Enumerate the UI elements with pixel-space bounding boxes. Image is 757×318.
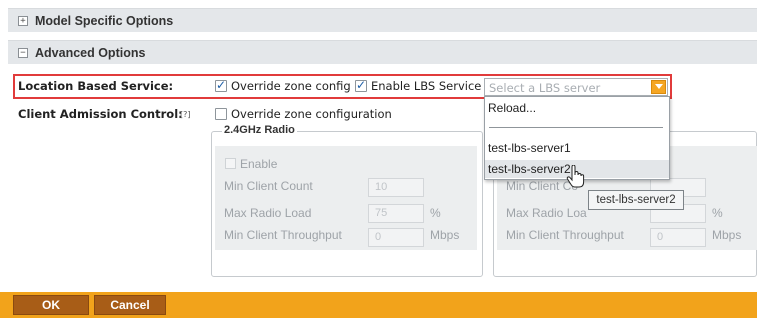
min-client-throughput-input[interactable]: 0: [368, 228, 424, 247]
dropdown-separator: [489, 127, 663, 128]
dropdown-item-reload[interactable]: Reload...: [485, 99, 669, 117]
min-client-throughput-label-5ghz: Min Client Throughput: [506, 228, 624, 242]
expand-icon[interactable]: +: [18, 15, 28, 26]
max-radio-load-label-5ghz: Max Radio Loa: [506, 206, 587, 220]
lbs-label: Location Based Service:: [18, 79, 174, 93]
section-title: Model Specific Options: [35, 13, 174, 28]
radio-24ghz-enable-checkbox[interactable]: [225, 158, 236, 169]
min-client-count-label: Min Client Count: [224, 179, 313, 193]
client-admission-override-checkbox[interactable]: [215, 108, 227, 120]
cancel-button[interactable]: Cancel: [94, 295, 166, 315]
max-radio-load-label: Max Radio Load: [224, 206, 312, 220]
chevron-down-icon[interactable]: [651, 80, 666, 94]
client-admission-override-label: Override zone configuration: [231, 107, 392, 121]
lbs-select-placeholder: Select a LBS server: [489, 81, 601, 95]
min-client-throughput-input-5ghz[interactable]: 0: [650, 228, 706, 247]
max-radio-load-unit-5ghz: %: [712, 206, 723, 220]
min-client-throughput-unit-5ghz: Mbps: [712, 228, 742, 242]
collapse-icon[interactable]: −: [18, 47, 28, 58]
lbs-override-checkbox[interactable]: [215, 78, 227, 92]
footer-bar: OK Cancel: [0, 292, 757, 318]
ok-button[interactable]: OK: [13, 295, 89, 315]
min-client-throughput-label: Min Client Throughput: [224, 228, 342, 242]
hand-cursor-icon: [566, 165, 585, 188]
dropdown-item-server1[interactable]: test-lbs-server1: [485, 139, 669, 157]
radio-24ghz-enable-label: Enable: [240, 157, 278, 171]
max-radio-load-unit: %: [430, 206, 441, 220]
section-advanced-options[interactable]: − Advanced Options: [8, 40, 757, 64]
min-client-throughput-unit: Mbps: [430, 228, 460, 242]
help-icon[interactable]: [?]: [180, 110, 191, 119]
max-radio-load-input[interactable]: 75: [368, 204, 424, 223]
enable-lbs-checkbox[interactable]: [355, 78, 367, 92]
section-model-specific-options[interactable]: + Model Specific Options: [8, 8, 757, 32]
lbs-server-select[interactable]: Select a LBS server: [484, 78, 668, 96]
enable-lbs-label: Enable LBS Service: [371, 79, 482, 93]
radio-24ghz-legend: 2.4GHz Radio: [222, 124, 297, 136]
min-client-count-input[interactable]: 10: [368, 178, 424, 197]
client-admission-label: Client Admission Control:: [18, 107, 183, 121]
section-title: Advanced Options: [35, 45, 146, 60]
server-tooltip: test-lbs-server2: [588, 190, 684, 210]
lbs-override-label: Override zone config: [231, 79, 351, 93]
